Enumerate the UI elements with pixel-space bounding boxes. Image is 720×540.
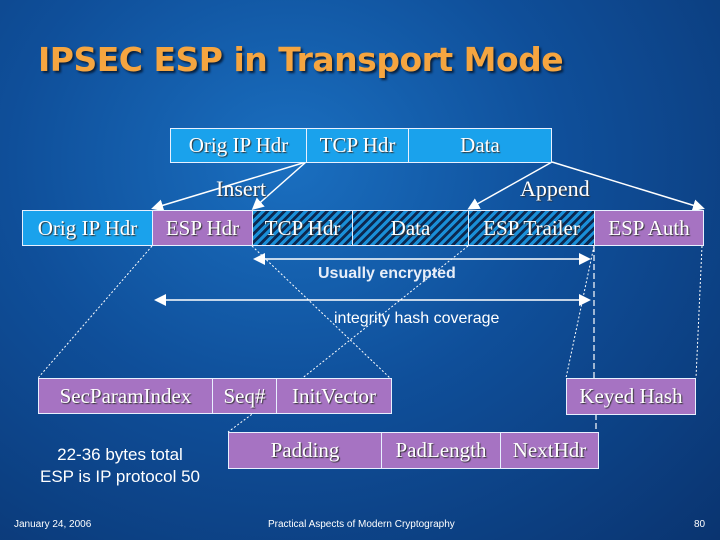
append-label: Append — [520, 176, 590, 201]
integrity-range-label: integrity hash coverage — [334, 310, 500, 327]
spi-field: SecParamIndex — [38, 378, 213, 414]
next-hdr-field: NextHdr — [500, 432, 599, 469]
esp-trailer-cell: ESP Trailer — [468, 210, 595, 246]
seq-field: Seq# — [212, 378, 277, 414]
note-size: 22-36 bytes total — [57, 445, 183, 464]
data-cell: Data — [408, 128, 552, 163]
notes: 22-36 bytes total ESP is IP protocol 50 — [0, 444, 240, 488]
page-number: 80 — [694, 519, 706, 530]
footer-date: January 24, 2006 — [14, 519, 92, 530]
footer-title: Practical Aspects of Modern Cryptography — [268, 519, 455, 530]
esp-auth-cell: ESP Auth — [594, 210, 704, 246]
esp-hdr-cell: ESP Hdr — [152, 210, 253, 246]
insert-label: Insert — [216, 176, 267, 201]
tcp-hdr-cell: TCP Hdr — [306, 128, 409, 163]
pad-length-field: PadLength — [381, 432, 501, 469]
orig-ip-hdr-cell: Orig IP Hdr — [22, 210, 153, 246]
note-protocol: ESP is IP protocol 50 — [39, 467, 201, 486]
orig-ip-hdr-cell: Orig IP Hdr — [170, 128, 307, 163]
encrypted-range-label: Usually encrypted — [318, 265, 456, 282]
padding-field: Padding — [228, 432, 382, 469]
init-vector-field: InitVector — [276, 378, 392, 414]
tcp-hdr-encrypted-cell: TCP Hdr — [252, 210, 353, 246]
keyed-hash-field: Keyed Hash — [566, 378, 696, 415]
data-encrypted-cell: Data — [352, 210, 469, 246]
